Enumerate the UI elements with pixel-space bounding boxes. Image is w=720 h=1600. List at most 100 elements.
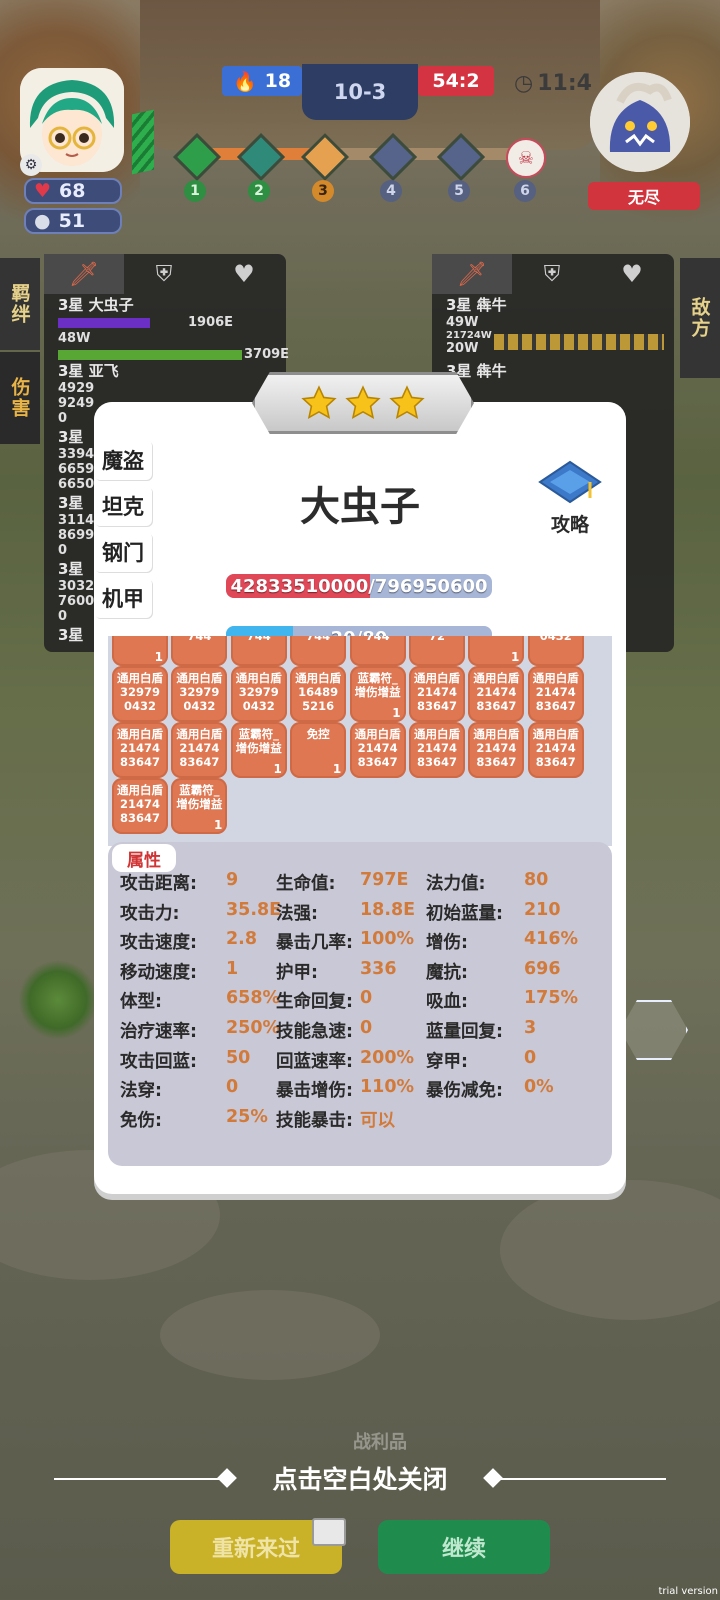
attribute-item: 生命值: 797E bbox=[276, 870, 408, 895]
buff-item[interactable]: 通用白盾 21474 83647 bbox=[468, 722, 525, 778]
gear-icon[interactable]: ⚙ bbox=[20, 154, 42, 176]
buff-item[interactable]: 通用白盾 21474 83647 bbox=[409, 722, 465, 778]
buff-item[interactable]: 63495744 bbox=[349, 636, 406, 666]
tab-attack[interactable]: 🗡 bbox=[44, 254, 124, 294]
boss-skull-icon: ☠ bbox=[506, 138, 546, 178]
tab-enemy[interactable]: 敌方 bbox=[680, 258, 720, 378]
buff-item[interactable]: 通用白盾 32979 0432 bbox=[230, 666, 287, 722]
attribute-value: 200% bbox=[360, 1047, 415, 1068]
buff-title: 蓝霸符_ bbox=[179, 783, 220, 797]
attribute-value: 416% bbox=[524, 929, 579, 950]
wave-number-3: 3 bbox=[312, 180, 334, 202]
tab-heal[interactable]: ♥ bbox=[204, 254, 284, 294]
tab-damage[interactable]: 伤害 bbox=[0, 352, 40, 444]
attribute-tag: 属性 bbox=[112, 844, 176, 872]
left-row-2-value-1: 4929 bbox=[58, 381, 95, 396]
buff-item[interactable]: 免控 1 bbox=[290, 722, 347, 778]
star-icon bbox=[345, 385, 381, 419]
video-ad-icon bbox=[312, 1518, 346, 1546]
sword-icon: 🗡 bbox=[456, 260, 488, 288]
buff-item[interactable]: 329790432 bbox=[527, 636, 584, 666]
left-row-3-value-3: 6650 bbox=[58, 477, 95, 492]
buff-value: 0432 bbox=[183, 699, 216, 713]
buff-icon-strip bbox=[494, 334, 664, 350]
buff-value: 0432 bbox=[242, 699, 275, 713]
buff-title: 通用白盾 bbox=[532, 727, 579, 741]
tab-defense-enemy[interactable]: ⛨ bbox=[512, 254, 592, 294]
buff-value: 增伤增益 bbox=[235, 741, 282, 755]
class-tab-tank[interactable]: 坦克 bbox=[94, 486, 152, 526]
unit-on-board[interactable] bbox=[18, 960, 98, 1040]
buff-item[interactable]: 通用白盾 21474 83647 bbox=[527, 722, 584, 778]
buff-item[interactable]: 通用白盾 16489 5216 bbox=[290, 666, 347, 722]
class-tab-steelgate[interactable]: 钢门 bbox=[94, 532, 152, 572]
attribute-item: 移动速度: 1 bbox=[120, 959, 238, 984]
class-tab-mecha[interactable]: 机甲 bbox=[94, 578, 152, 618]
buff-item[interactable]: 63495744 bbox=[171, 636, 228, 666]
buff-item[interactable]: 31747872 bbox=[409, 636, 465, 666]
buff-item[interactable]: 通用白盾 21474 83647 bbox=[409, 666, 465, 722]
buff-item[interactable]: 通用白盾 21474 83647 bbox=[112, 778, 168, 834]
buff-item[interactable]: 通用白盾 32979 0432 bbox=[112, 666, 168, 722]
attribute-label: 攻击回蓝: bbox=[120, 1051, 197, 1072]
close-hint[interactable]: 点击空白处关闭 bbox=[240, 1460, 480, 1496]
buff-value: 83647 bbox=[357, 755, 398, 769]
buff-item[interactable]: 63495744 bbox=[230, 636, 287, 666]
buff-value: 83647 bbox=[416, 755, 457, 769]
tab-heal-enemy[interactable]: ♥ bbox=[592, 254, 672, 294]
attribute-label: 魔抗: bbox=[426, 962, 468, 983]
buff-title: 通用白盾 bbox=[117, 727, 163, 741]
left-row-1-value-3: 3709E bbox=[244, 347, 290, 362]
endless-mode-label: 无尽 bbox=[588, 182, 700, 210]
attribute-item: 回蓝速率: 200% bbox=[276, 1048, 414, 1073]
buff-item[interactable]: 63495744 bbox=[290, 636, 347, 666]
attribute-label: 攻击力: bbox=[120, 903, 180, 924]
attribute-label: 生命回复: bbox=[276, 992, 353, 1013]
buff-item[interactable]: 增伤增益1 bbox=[468, 636, 525, 666]
buff-item[interactable]: 蓝霸符_ 增伤增益 1 bbox=[230, 722, 287, 778]
enemy-avatar[interactable] bbox=[590, 72, 690, 172]
buff-item[interactable]: 通用白盾 21474 83647 bbox=[527, 666, 584, 722]
timer-value: 11:4 bbox=[537, 70, 592, 96]
left-row-1-name: 3星 大虫子 bbox=[58, 296, 134, 314]
attribute-item: 攻击回蓝: 50 bbox=[120, 1048, 250, 1073]
tab-defense[interactable]: ⛨ bbox=[124, 254, 204, 294]
attribute-label: 攻击速度: bbox=[120, 933, 197, 954]
attribute-value: 0 bbox=[524, 1047, 537, 1068]
buff-item[interactable]: 通用白盾 21474 83647 bbox=[171, 722, 228, 778]
attribute-value: 2.8 bbox=[226, 929, 258, 950]
attribute-label: 治疗速率: bbox=[120, 1022, 197, 1042]
continue-button[interactable]: 继续 bbox=[378, 1520, 550, 1574]
retry-label: 重新来过 bbox=[211, 1537, 300, 1562]
sword-icon: 🗡 bbox=[68, 260, 100, 288]
class-tab-thief[interactable]: 魔盗 bbox=[94, 440, 152, 480]
buff-title: 通用白盾 bbox=[532, 671, 579, 685]
buff-item[interactable]: 能标记1 bbox=[112, 636, 168, 666]
attribute-value: 1 bbox=[226, 958, 239, 979]
left-row-3-value-2: 6659 bbox=[58, 462, 95, 477]
attribute-label: 体型: bbox=[120, 992, 162, 1013]
buff-title: 通用白盾 bbox=[176, 671, 223, 685]
attribute-item: 体型: 658% bbox=[120, 988, 280, 1013]
guide-button[interactable]: 攻略 bbox=[534, 458, 606, 536]
buff-title: 免控 bbox=[306, 727, 330, 741]
buff-item[interactable]: 蓝霸符_ 增伤增益 1 bbox=[349, 666, 406, 722]
tab-bonds[interactable]: 羁绊 bbox=[0, 258, 40, 350]
buff-title: 通用白盾 bbox=[176, 727, 223, 741]
attribute-item: 法穿: 0 bbox=[120, 1077, 238, 1102]
attribute-value: 210 bbox=[524, 899, 561, 920]
loot-label: 战利品 bbox=[353, 1432, 407, 1453]
attribute-value: 110% bbox=[360, 1077, 415, 1098]
tab-attack-enemy[interactable]: 🗡 bbox=[432, 254, 512, 294]
buff-item[interactable]: 通用白盾 21474 83647 bbox=[349, 722, 406, 778]
attribute-label: 法强: bbox=[276, 903, 318, 924]
buff-item[interactable]: 蓝霸符_ 增伤增益 1 bbox=[171, 778, 228, 834]
buff-item[interactable]: 通用白盾 21474 83647 bbox=[112, 722, 168, 778]
close-hint-line-left bbox=[54, 1478, 224, 1480]
buff-item[interactable]: 通用白盾 32979 0432 bbox=[171, 666, 228, 722]
buff-item[interactable]: 通用白盾 21474 83647 bbox=[468, 666, 525, 722]
attribute-value: 658% bbox=[226, 988, 281, 1009]
left-stat-tabs: 🗡 ⛨ ♥ bbox=[44, 254, 286, 294]
star-rating bbox=[252, 372, 474, 434]
wave-number-6: 6 bbox=[514, 180, 536, 202]
